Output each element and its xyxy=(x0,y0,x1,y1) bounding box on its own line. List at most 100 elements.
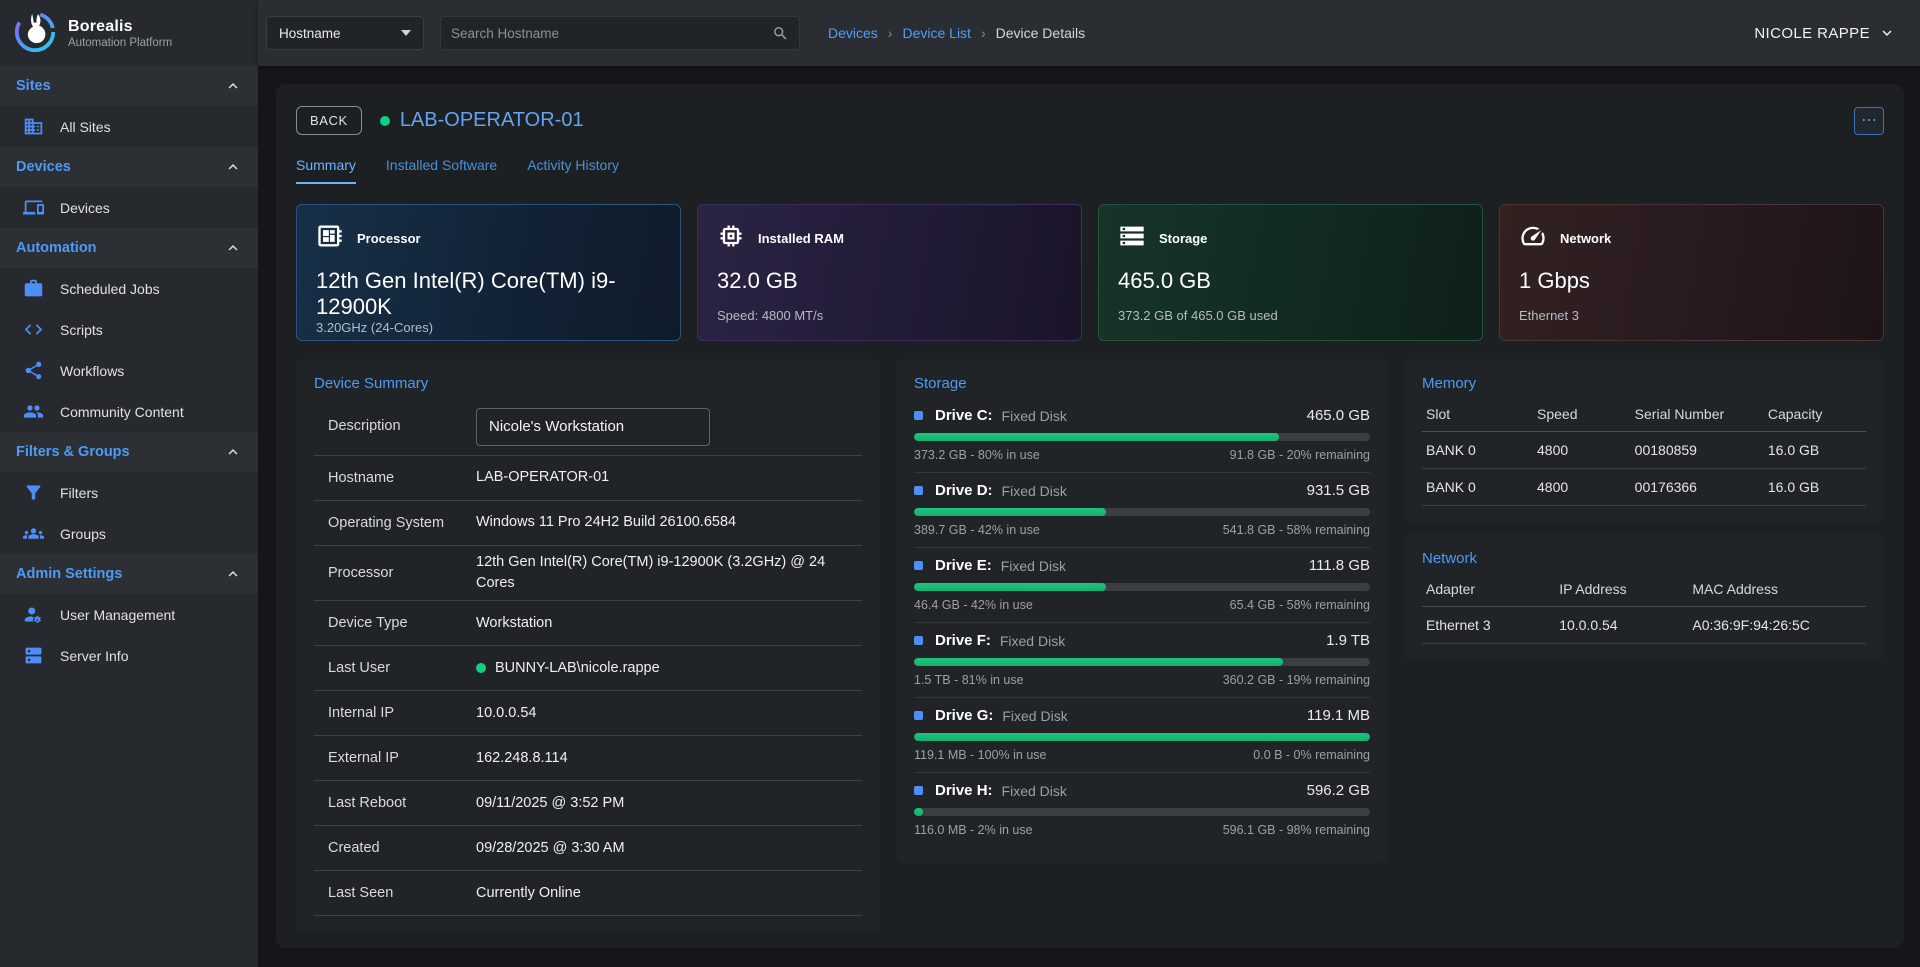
storage-title: Storage xyxy=(914,375,1370,392)
drive-bullet-icon xyxy=(914,711,923,720)
storage-icon xyxy=(1118,222,1146,250)
stat-cards: Processor12th Gen Intel(R) Core(TM) i9-1… xyxy=(296,204,1884,341)
summary-value: LAB-OPERATOR-01 xyxy=(476,467,609,488)
sidebar-item-label: Scheduled Jobs xyxy=(60,281,160,297)
drive-used: 1.5 TB - 81% in use xyxy=(914,673,1024,687)
table-header-row: SlotSpeedSerial NumberCapacity xyxy=(1422,398,1866,432)
summary-value-text: 09/28/2025 @ 3:30 AM xyxy=(476,838,625,859)
workflow-icon xyxy=(23,360,44,381)
sidebar-item-groups[interactable]: Groups xyxy=(0,513,258,554)
sidebar-section-label: Automation xyxy=(16,240,97,256)
tab-summary[interactable]: Summary xyxy=(296,157,356,184)
drive-usage-bar xyxy=(914,733,1370,741)
tab-activity-history[interactable]: Activity History xyxy=(527,157,619,184)
stat-card-title: Processor xyxy=(357,231,421,246)
column-header: IP Address xyxy=(1555,573,1688,607)
chevron-up-icon xyxy=(224,565,242,583)
breadcrumb-device-list[interactable]: Device List xyxy=(902,25,970,41)
description-input[interactable] xyxy=(476,408,710,446)
back-button[interactable]: BACK xyxy=(296,106,362,135)
sidebar-item-devices[interactable]: Devices xyxy=(0,187,258,228)
drive-name: Drive F: xyxy=(935,632,991,649)
more-actions-button[interactable]: ⋯ xyxy=(1854,107,1884,135)
chevron-up-icon xyxy=(224,239,242,257)
drive-drivee: Drive E:Fixed Disk111.8 GB46.4 GB - 42% … xyxy=(914,548,1370,623)
building-icon xyxy=(23,116,44,137)
drive-remaining: 0.0 B - 0% remaining xyxy=(1253,748,1370,762)
sidebar-item-label: All Sites xyxy=(60,119,111,135)
column-header: Speed xyxy=(1533,398,1631,432)
summary-row-internal-ip: Internal IP10.0.0.54 xyxy=(314,691,862,736)
sidebar-item-workflows[interactable]: Workflows xyxy=(0,350,258,391)
sidebar-item-user-management[interactable]: User Management xyxy=(0,594,258,635)
sidebar-item-server-info[interactable]: Server Info xyxy=(0,635,258,676)
code-icon xyxy=(23,319,44,340)
sidebar-item-all-sites[interactable]: All Sites xyxy=(0,106,258,147)
drive-usage-fill xyxy=(914,733,1370,741)
drive-bullet-icon xyxy=(914,411,923,420)
chevron-up-icon xyxy=(224,443,242,461)
filter-icon xyxy=(23,482,44,503)
stat-card-subtext: 3.20GHz (24-Cores) xyxy=(316,320,661,335)
summary-label: Operating System xyxy=(328,514,476,533)
search-icon xyxy=(772,25,789,42)
search-input[interactable] xyxy=(451,26,772,41)
sidebar-section-header[interactable]: Automation xyxy=(0,228,258,268)
drive-type: Fixed Disk xyxy=(1001,558,1066,574)
sidebar-item-community-content[interactable]: Community Content xyxy=(0,391,258,432)
breadcrumb-device-details: Device Details xyxy=(996,25,1085,41)
sidebar-section-label: Filters & Groups xyxy=(16,444,130,460)
groups-icon xyxy=(22,523,44,545)
stat-card-title: Installed RAM xyxy=(758,231,844,246)
summary-row-last-seen: Last SeenCurrently Online xyxy=(314,871,862,916)
network-icon xyxy=(1519,222,1547,255)
drive-usage-fill xyxy=(914,433,1279,441)
summary-value-text: 10.0.0.54 xyxy=(476,703,536,724)
sidebar-section-header[interactable]: Devices xyxy=(0,147,258,187)
summary-value: BUNNY-LAB\nicole.rappe xyxy=(476,658,660,679)
table-row: BANK 048000018085916.0 GB xyxy=(1422,432,1866,469)
table-cell: 16.0 GB xyxy=(1764,432,1866,469)
user-menu[interactable]: NICOLE RAPPE xyxy=(1754,24,1896,42)
memory-panel: Memory SlotSpeedSerial NumberCapacityBAN… xyxy=(1404,359,1884,522)
stat-card-installed-ram: Installed RAM32.0 GBSpeed: 4800 MT/s xyxy=(697,204,1082,341)
sidebar-section-header[interactable]: Filters & Groups xyxy=(0,432,258,472)
drive-usage-fill xyxy=(914,808,923,816)
sidebar-item-filters[interactable]: Filters xyxy=(0,472,258,513)
sidebar-section-header[interactable]: Admin Settings xyxy=(0,554,258,594)
table-cell: 10.0.0.54 xyxy=(1555,607,1688,644)
table-cell: 00176366 xyxy=(1631,469,1764,506)
sidebar-section-label: Admin Settings xyxy=(16,566,122,582)
cpu-icon xyxy=(316,222,344,255)
breadcrumb-devices[interactable]: Devices xyxy=(828,25,878,41)
sidebar-item-scripts[interactable]: Scripts xyxy=(0,309,258,350)
stat-card-header: Installed RAM xyxy=(717,222,1062,255)
summary-label: Last User xyxy=(328,659,476,678)
drive-bullet-icon xyxy=(914,636,923,645)
summary-value-text: Currently Online xyxy=(476,883,581,904)
chevron-up-icon xyxy=(224,158,242,176)
hostname-filter-dropdown[interactable]: Hostname xyxy=(266,16,424,50)
tab-installed-software[interactable]: Installed Software xyxy=(386,157,497,184)
summary-value-text: 162.248.8.114 xyxy=(476,748,568,769)
drive-usage-bar xyxy=(914,658,1370,666)
sidebar-item-label: Filters xyxy=(60,485,98,501)
summary-label: Processor xyxy=(328,564,476,583)
memory-table: SlotSpeedSerial NumberCapacityBANK 04800… xyxy=(1422,398,1866,506)
network-table: AdapterIP AddressMAC AddressEthernet 310… xyxy=(1422,573,1866,644)
sidebar: Borealis Automation Platform SitesAll Si… xyxy=(0,0,258,967)
chevron-up-icon xyxy=(224,239,242,257)
drive-driveg: Drive G:Fixed Disk119.1 MB119.1 MB - 100… xyxy=(914,698,1370,773)
table-header-row: AdapterIP AddressMAC Address xyxy=(1422,573,1866,607)
summary-value: 162.248.8.114 xyxy=(476,748,568,769)
stat-card-header: Storage xyxy=(1118,222,1463,255)
drive-usage-labels: 373.2 GB - 80% in use91.8 GB - 20% remai… xyxy=(914,448,1370,462)
sidebar-item-scheduled-jobs[interactable]: Scheduled Jobs xyxy=(0,268,258,309)
drive-header: Drive E:Fixed Disk111.8 GB xyxy=(914,557,1370,574)
drive-header: Drive D:Fixed Disk931.5 GB xyxy=(914,482,1370,499)
sidebar-section-header[interactable]: Sites xyxy=(0,66,258,106)
summary-value-text: 12th Gen Intel(R) Core(TM) i9-12900K (3.… xyxy=(476,552,862,594)
summary-label: Device Type xyxy=(328,614,476,633)
drive-used: 373.2 GB - 80% in use xyxy=(914,448,1040,462)
network-title: Network xyxy=(1422,550,1866,567)
